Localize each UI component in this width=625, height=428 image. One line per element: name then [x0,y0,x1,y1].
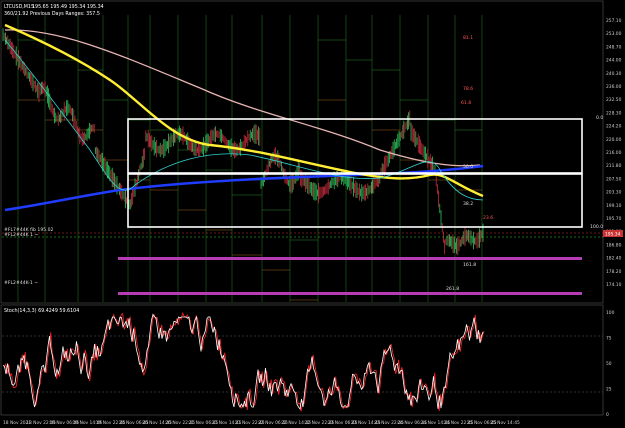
fib-level-label: 161.8 [463,262,476,268]
fib-level-label: 50.0 [463,164,473,170]
price-tick-label: 178.20 [606,269,622,275]
stoch-title: Stoch(14,3,3) 69.4249 59.6104 [4,308,79,314]
ohlc-readout: 195.65 195.49 195.34 195.34 [32,4,104,10]
info-line: 360/21.92 Previous Days Ranges: 357.5 [4,11,100,17]
price-tick-label: 244.00 [606,58,622,64]
price-tick-label: 186.80 [606,242,622,248]
fib-level-label: 0.0 [596,115,603,121]
price-tick-label: 207.50 [606,176,622,182]
fib-level-label: 100.0 [590,224,603,230]
fib-level-label: 81.1 [463,35,473,41]
price-tick-label: 174.10 [606,282,622,288]
stoch-tick-label: 25 [606,387,612,393]
fib-level-label: 38.2 [463,201,473,207]
current-price-value: 195.34 [605,232,621,238]
price-tick-label: 240.30 [606,71,622,77]
symbol-label: LTCUSD,M15 [4,4,34,10]
fib-level-label: 23.6 [483,215,493,221]
purple-band-lower [118,292,582,295]
fib-left-label: #FL2#44K-1 ~ [4,280,38,286]
stoch-tick-label: 50 [606,361,612,367]
stoch-tick-label: 75 [606,336,612,342]
price-tick-label: 199.10 [606,203,622,209]
fib-level-label: 261.8 [446,286,459,292]
price-tick-label: 232.50 [606,97,622,103]
fib-level-label: 61.8 [461,100,471,106]
price-tick-label: 220.00 [606,137,622,143]
price-tick-label: 211.80 [606,163,622,169]
price-tick-label: 228.30 [606,110,622,116]
stoch-tick-label: 100 [606,310,615,316]
price-tick-label: 195.70 [606,216,622,222]
price-tick-label: 203.30 [606,190,622,196]
price-tick-label: 253.00 [606,31,622,37]
stoch-tick-label: 0 [606,412,609,418]
fib-left-label: #FL2#44K 1 ~ [4,232,39,238]
fib-level-label: 78.6 [463,86,473,92]
price-tick-label: 236.00 [606,84,622,90]
price-axis: 257.10 253.00 248.70 244.00 240.30 236.00 232.… [606,18,622,288]
price-tick-label: 182.40 [606,256,622,262]
time-axis: 18 Nov 202118 Nov 22:4519 Nov 06:4519 No… [3,420,520,426]
price-tick-label: 248.70 [606,44,622,50]
price-tick-label: 224.20 [606,124,622,130]
trading-chart[interactable]: LTCUSD,M15 195.65 195.49 195.34 195.34 3… [0,0,625,428]
purple-band-upper [118,257,582,260]
price-tick-label: 257.10 [606,18,622,24]
price-tick-label: 216.00 [606,150,622,156]
time-tick-label: 25 Nov 14:45 [490,420,520,426]
